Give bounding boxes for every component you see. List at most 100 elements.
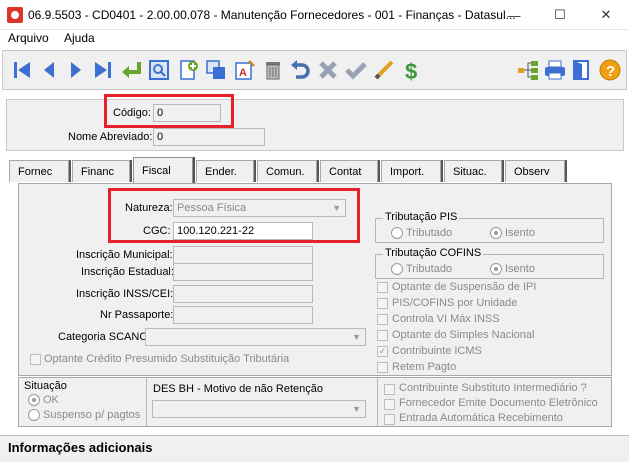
header-panel <box>6 99 624 151</box>
emite-doc-eletronico-label: Fornecedor Emite Documento Eletrônico <box>399 397 598 409</box>
edit-icon: A <box>235 60 255 80</box>
next-record-button[interactable] <box>63 57 89 83</box>
money-icon: $ <box>405 59 417 82</box>
confirm-button[interactable] <box>343 57 369 83</box>
cofins-tributado-label: Tributado <box>406 263 453 275</box>
goto-button[interactable] <box>118 57 144 83</box>
insc-estadual-field[interactable] <box>173 263 313 281</box>
cancel-icon <box>319 61 337 79</box>
categoria-scanc-combo[interactable]: ▼ <box>145 328 366 346</box>
undo-button[interactable] <box>287 57 313 83</box>
situacao-ok-radio[interactable] <box>28 394 40 406</box>
cofins-isento-label: Isento <box>505 263 535 275</box>
tab-financ[interactable]: Financ <box>72 160 130 182</box>
previous-icon <box>44 62 54 78</box>
entrada-automatica-checkbox[interactable] <box>384 414 395 425</box>
search-button[interactable] <box>146 57 172 83</box>
desbh-combo[interactable]: ▼ <box>152 400 366 418</box>
edit-button[interactable]: A <box>232 57 258 83</box>
tab-comun[interactable]: Comun. <box>257 160 317 182</box>
divider <box>146 378 147 426</box>
tab-observ[interactable]: Observ <box>505 160 565 182</box>
cofins-isento-radio[interactable] <box>490 263 502 275</box>
passaporte-field[interactable] <box>173 306 313 324</box>
highlight-codigo <box>104 94 234 128</box>
add-icon <box>180 60 198 80</box>
confirm-icon <box>345 62 367 80</box>
goto-icon <box>122 62 141 78</box>
substituto-intermediario-label: Contribuinte Substituto Intermediário ? <box>399 382 587 394</box>
simples-nacional-label: Optante do Simples Nacional <box>392 329 535 341</box>
cofins-tributado-radio[interactable] <box>391 263 403 275</box>
help-button[interactable]: ? <box>597 57 623 83</box>
previous-record-button[interactable] <box>36 57 62 83</box>
insc-estadual-label: Inscrição Estadual: <box>81 266 174 278</box>
credito-presumido-checkbox[interactable] <box>30 354 41 365</box>
situacao-suspenso-label: Suspenso p/ pagtos <box>43 409 141 421</box>
simples-nacional-checkbox[interactable] <box>377 330 388 341</box>
first-icon <box>14 62 30 78</box>
maximize-button[interactable]: ☐ <box>537 0 583 30</box>
substituto-intermediario-checkbox[interactable] <box>384 384 395 395</box>
tab-fiscal[interactable]: Fiscal <box>133 157 193 183</box>
last-record-button[interactable] <box>90 57 116 83</box>
add-button[interactable] <box>175 57 201 83</box>
pis-tributado-radio[interactable] <box>391 227 403 239</box>
window-title: 06.9.5503 - CD0401 - 2.00.00.078 - Manut… <box>28 8 516 22</box>
credito-presumido-label: Optante Crédito Presumido Substituição T… <box>44 353 290 365</box>
svg-text:$: $ <box>405 59 417 82</box>
suspensao-ipi-checkbox[interactable] <box>377 282 388 293</box>
pis-isento-radio[interactable] <box>490 227 502 239</box>
help-icon: ? <box>599 59 621 81</box>
tab-contat[interactable]: Contat <box>320 160 378 182</box>
tab-ender[interactable]: Ender. <box>196 160 254 182</box>
insc-inss-label: Inscrição INSS/CEI: <box>76 288 174 300</box>
minimize-button[interactable]: — <box>491 0 537 30</box>
menu-ajuda[interactable]: Ajuda <box>64 31 95 45</box>
first-record-button[interactable] <box>9 57 35 83</box>
divider <box>377 378 378 426</box>
nome-abreviado-label: Nome Abreviado: <box>68 131 153 143</box>
insc-municipal-field[interactable] <box>173 246 313 264</box>
tributacao-cofins-title: Tributação COFINS <box>383 247 484 259</box>
situacao-ok-label: OK <box>43 394 59 406</box>
pencil-button[interactable] <box>371 57 397 83</box>
emite-doc-eletronico-checkbox[interactable] <box>384 399 395 410</box>
print-button[interactable] <box>542 57 568 83</box>
retem-pagto-checkbox[interactable] <box>377 362 388 373</box>
status-text: Informações adicionais <box>8 440 153 455</box>
menu-arquivo[interactable]: Arquivo <box>8 31 49 45</box>
pencil-icon <box>374 60 394 80</box>
tab-fornec[interactable]: Fornec <box>9 160 69 182</box>
entrada-automatica-label: Entrada Automática Recebimento <box>399 412 563 424</box>
categoria-scanc-label: Categoria SCANC: <box>58 331 151 343</box>
exit-button[interactable] <box>569 57 595 83</box>
svg-text:?: ? <box>606 63 615 80</box>
nome-abreviado-field[interactable]: 0 <box>153 128 265 146</box>
hierarchy-button[interactable] <box>515 57 541 83</box>
contribuinte-icms-label: Contribuinte ICMS <box>392 345 482 357</box>
delete-button[interactable] <box>260 57 286 83</box>
money-button[interactable]: $ <box>399 57 425 83</box>
cancel-button[interactable] <box>315 57 341 83</box>
close-button[interactable]: ✕ <box>583 0 629 30</box>
pis-cofins-unidade-checkbox[interactable] <box>377 298 388 309</box>
chevron-down-icon: ▼ <box>352 332 361 342</box>
chevron-down-icon: ▼ <box>352 404 361 414</box>
print-icon <box>545 60 565 80</box>
contribuinte-icms-checkbox[interactable]: ✓ <box>377 346 388 357</box>
svg-text:A: A <box>239 67 247 79</box>
situacao-suspenso-radio[interactable] <box>28 409 40 421</box>
app-icon <box>7 7 23 23</box>
highlight-natureza-cgc <box>108 188 360 243</box>
tab-import[interactable]: Import. <box>381 160 441 182</box>
controla-vi-checkbox[interactable] <box>377 314 388 325</box>
insc-municipal-label: Inscrição Municipal: <box>76 249 173 261</box>
tab-situac[interactable]: Situac. <box>444 160 502 182</box>
hierarchy-icon <box>518 61 538 80</box>
undo-icon <box>291 60 310 79</box>
copy-button[interactable] <box>203 57 229 83</box>
insc-inss-field[interactable] <box>173 285 313 303</box>
desbh-label: DES BH - Motivo de não Retenção <box>153 383 323 395</box>
next-icon <box>71 62 81 78</box>
